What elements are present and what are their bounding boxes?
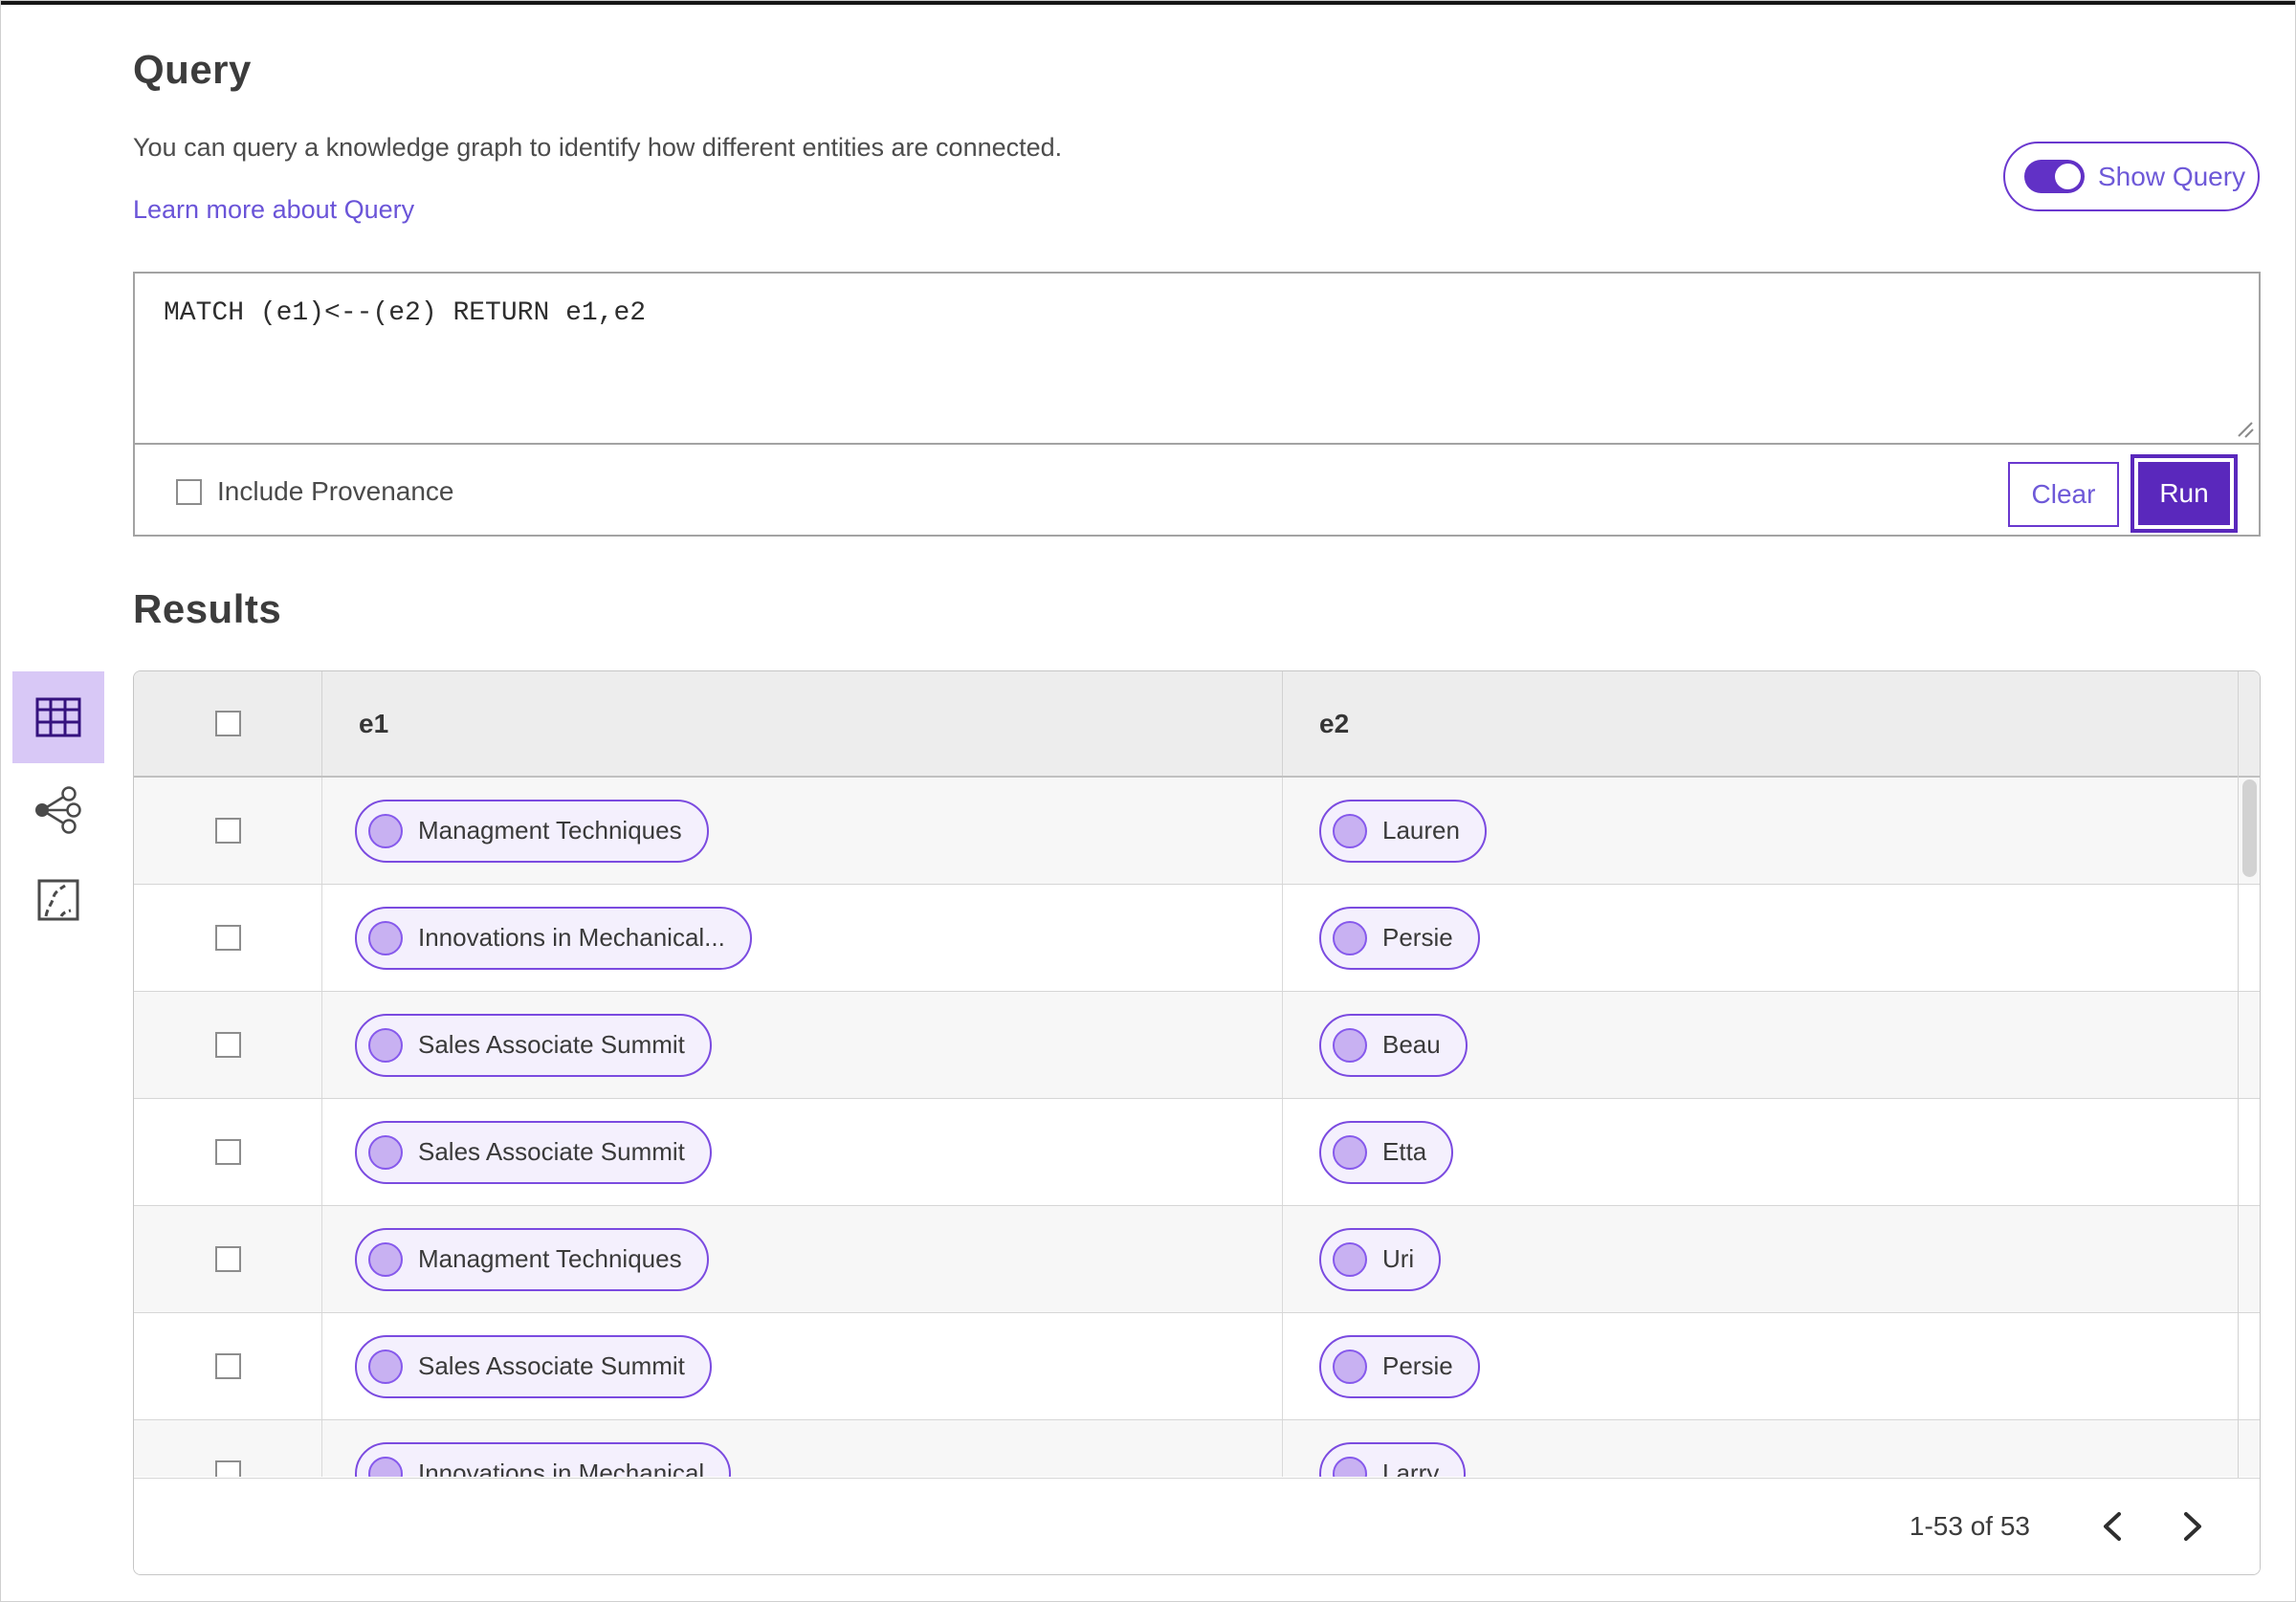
include-provenance-checkbox[interactable] [176, 478, 202, 505]
table-row: Managment Techniques Uri [134, 1206, 2260, 1313]
table-body: Managment Techniques Lauren Innovations … [134, 778, 2260, 1477]
entity-dot-icon [1333, 1456, 1367, 1477]
pagination-bar: 1-53 of 53 [134, 1478, 2260, 1574]
entity-dot-icon [1333, 1349, 1367, 1384]
entity-pill[interactable]: Persie [1319, 1334, 1480, 1398]
toggle-knob [2055, 164, 2081, 189]
row-checkbox[interactable] [214, 1353, 241, 1379]
entity-pill[interactable]: Managment Techniques [355, 799, 709, 863]
graph-view-button[interactable] [30, 783, 85, 837]
entity-pill[interactable]: Sales Associate Summit [355, 1013, 712, 1077]
entity-dot-icon [368, 920, 403, 955]
query-page: Query You can query a knowledge graph to… [0, 0, 2296, 1602]
column-header-e1[interactable]: e1 [321, 671, 1282, 776]
row-checkbox[interactable] [214, 1246, 241, 1272]
entity-pill[interactable]: Managment Techniques [355, 1227, 709, 1291]
resize-grip-icon[interactable] [2231, 415, 2256, 440]
entity-dot-icon [1333, 1241, 1367, 1277]
page-description: You can query a knowledge graph to ident… [133, 133, 1063, 162]
entity-dot-icon [368, 1134, 403, 1170]
entity-dot-icon [368, 1349, 403, 1384]
network-nodes-icon [35, 786, 81, 834]
row-checkbox[interactable] [214, 818, 241, 844]
run-button-label: Run [2138, 462, 2230, 525]
run-button[interactable]: Run [2130, 454, 2238, 533]
entity-dot-icon [1333, 1134, 1367, 1170]
query-input[interactable]: MATCH (e1)<--(e2) RETURN e1,e2 [135, 274, 2259, 445]
column-header-e2[interactable]: e2 [1282, 671, 2260, 776]
select-all-cell [134, 671, 321, 776]
clear-button[interactable]: Clear [2008, 462, 2119, 527]
route-map-icon [37, 879, 79, 921]
prev-page-button[interactable] [2086, 1500, 2139, 1553]
table-row: Sales Associate Summit Etta [134, 1099, 2260, 1206]
next-page-button[interactable] [2166, 1500, 2219, 1553]
table-row: Managment Techniques Lauren [134, 778, 2260, 885]
entity-dot-icon [1333, 813, 1367, 848]
row-checkbox[interactable] [214, 1032, 241, 1058]
entity-pill[interactable]: Etta [1319, 1120, 1454, 1184]
include-provenance-label: Include Provenance [217, 476, 454, 506]
select-all-checkbox[interactable] [214, 711, 241, 736]
entity-dot-icon [1333, 920, 1367, 955]
results-title: Results [133, 586, 282, 631]
results-table: e1 e2 Managment Techniques Lauren Innova… [133, 670, 2261, 1575]
entity-pill[interactable]: Sales Associate Summit [355, 1334, 712, 1398]
query-editor-container: MATCH (e1)<--(e2) RETURN e1,e2 Include P… [133, 272, 2261, 537]
scrollbar-divider [2238, 671, 2239, 1478]
row-checkbox[interactable] [214, 1460, 241, 1477]
entity-pill[interactable]: Lauren [1319, 799, 1487, 863]
vertical-scrollbar[interactable] [2242, 779, 2257, 877]
entity-pill[interactable]: Persie [1319, 906, 1480, 970]
entity-pill[interactable]: Beau [1319, 1013, 1468, 1077]
page-title: Query [133, 47, 252, 92]
pagination-range: 1-53 of 53 [1909, 1511, 2030, 1541]
table-row: Innovations in Mechanical Larry [134, 1420, 2260, 1477]
query-toolbar: Include Provenance Clear Run [135, 447, 2259, 537]
entity-dot-icon [368, 1241, 403, 1277]
path-view-button[interactable] [35, 877, 81, 923]
entity-dot-icon [1333, 1027, 1367, 1063]
entity-pill[interactable]: Larry [1319, 1441, 1467, 1477]
entity-pill[interactable]: Innovations in Mechanical... [355, 906, 752, 970]
table-header-row: e1 e2 [134, 671, 2260, 778]
show-query-label: Show Query [2098, 161, 2246, 191]
entity-dot-icon [368, 1456, 403, 1477]
table-grid-icon [35, 697, 81, 737]
entity-dot-icon [368, 1027, 403, 1063]
table-row: Sales Associate Summit Persie [134, 1313, 2260, 1420]
chevron-right-icon [2184, 1512, 2201, 1541]
row-checkbox[interactable] [214, 925, 241, 951]
chevron-left-icon [2104, 1512, 2121, 1541]
entity-pill[interactable]: Sales Associate Summit [355, 1120, 712, 1184]
entity-pill[interactable]: Innovations in Mechanical [355, 1441, 732, 1477]
include-provenance-option[interactable]: Include Provenance [176, 476, 454, 507]
row-checkbox[interactable] [214, 1139, 241, 1165]
learn-more-link[interactable]: Learn more about Query [133, 195, 414, 225]
table-row: Sales Associate Summit Beau [134, 992, 2260, 1099]
show-query-toggle[interactable]: Show Query [2003, 142, 2260, 211]
toggle-switch-icon[interactable] [2024, 160, 2085, 193]
table-view-button[interactable] [12, 671, 104, 763]
entity-dot-icon [368, 813, 403, 848]
entity-pill[interactable]: Uri [1319, 1227, 1442, 1291]
table-row: Innovations in Mechanical... Persie [134, 885, 2260, 992]
top-divider [1, 1, 2295, 5]
